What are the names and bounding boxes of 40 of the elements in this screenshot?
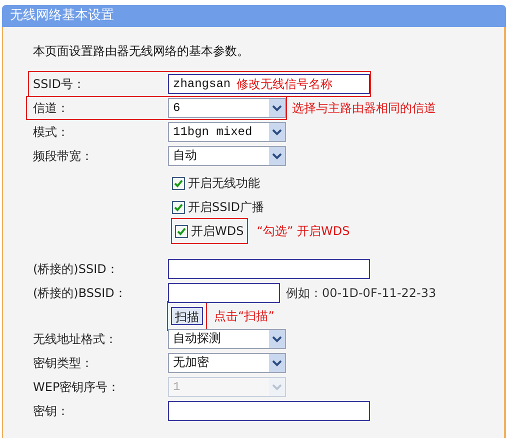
chevron-down-icon [269, 354, 285, 372]
checkbox[interactable] [172, 200, 185, 214]
checkbox-label: 开启WDS [191, 223, 244, 240]
chevron-down-icon [269, 378, 285, 396]
dropdown[interactable]: 无加密 [168, 353, 286, 373]
checkbox-label: 开启无线功能 [188, 175, 260, 192]
chevron-down-icon [269, 99, 285, 117]
field-label: 频段带宽： [33, 148, 94, 165]
chevron-down-icon [269, 123, 285, 141]
dropdown[interactable]: 自动 [168, 146, 286, 166]
field-label: 无线地址格式： [33, 331, 118, 348]
dropdown[interactable]: 11bgn mixed [168, 122, 286, 142]
chevron-down-icon [269, 330, 285, 348]
example-hint: 例如：00-1D-0F-11-22-33 [286, 285, 436, 302]
checkbox[interactable] [172, 176, 185, 190]
scan-button[interactable]: 扫描 [171, 307, 203, 325]
annotation: 点击“扫描” [214, 308, 274, 325]
dropdown[interactable]: 自动探测 [168, 329, 286, 349]
field-label: (桥接的)SSID： [33, 261, 120, 278]
field-label: 信道： [33, 100, 70, 117]
intro-text: 本页面设置路由器无线网络的基本参数。 [33, 43, 250, 58]
input-field[interactable] [168, 401, 370, 421]
annotation: 选择与主路由器相同的信道 [292, 100, 436, 117]
input-field[interactable] [168, 283, 280, 303]
input-field[interactable]: zhangsan 修改无线信号名称 [168, 74, 370, 94]
field-label: SSID号： [33, 76, 86, 93]
field-label: 模式： [33, 124, 70, 141]
field-label: WEP密钥序号： [33, 379, 121, 396]
annotation: 修改无线信号名称 [236, 76, 333, 93]
dropdown[interactable]: 6 [168, 98, 286, 118]
field-value: zhangsan [172, 76, 232, 93]
checkbox-label: 开启SSID广播 [188, 199, 264, 216]
checkbox[interactable] [175, 224, 188, 238]
annotation: “勾选” 开启WDS [256, 223, 350, 240]
field-label: 密钥： [33, 403, 70, 420]
field-label: 密钥类型： [33, 355, 94, 372]
section-header: 无线网络基本设置 [2, 5, 506, 27]
field-label: (桥接的)BSSID： [33, 285, 128, 302]
chevron-down-icon [269, 147, 285, 165]
input-field[interactable] [168, 259, 370, 279]
